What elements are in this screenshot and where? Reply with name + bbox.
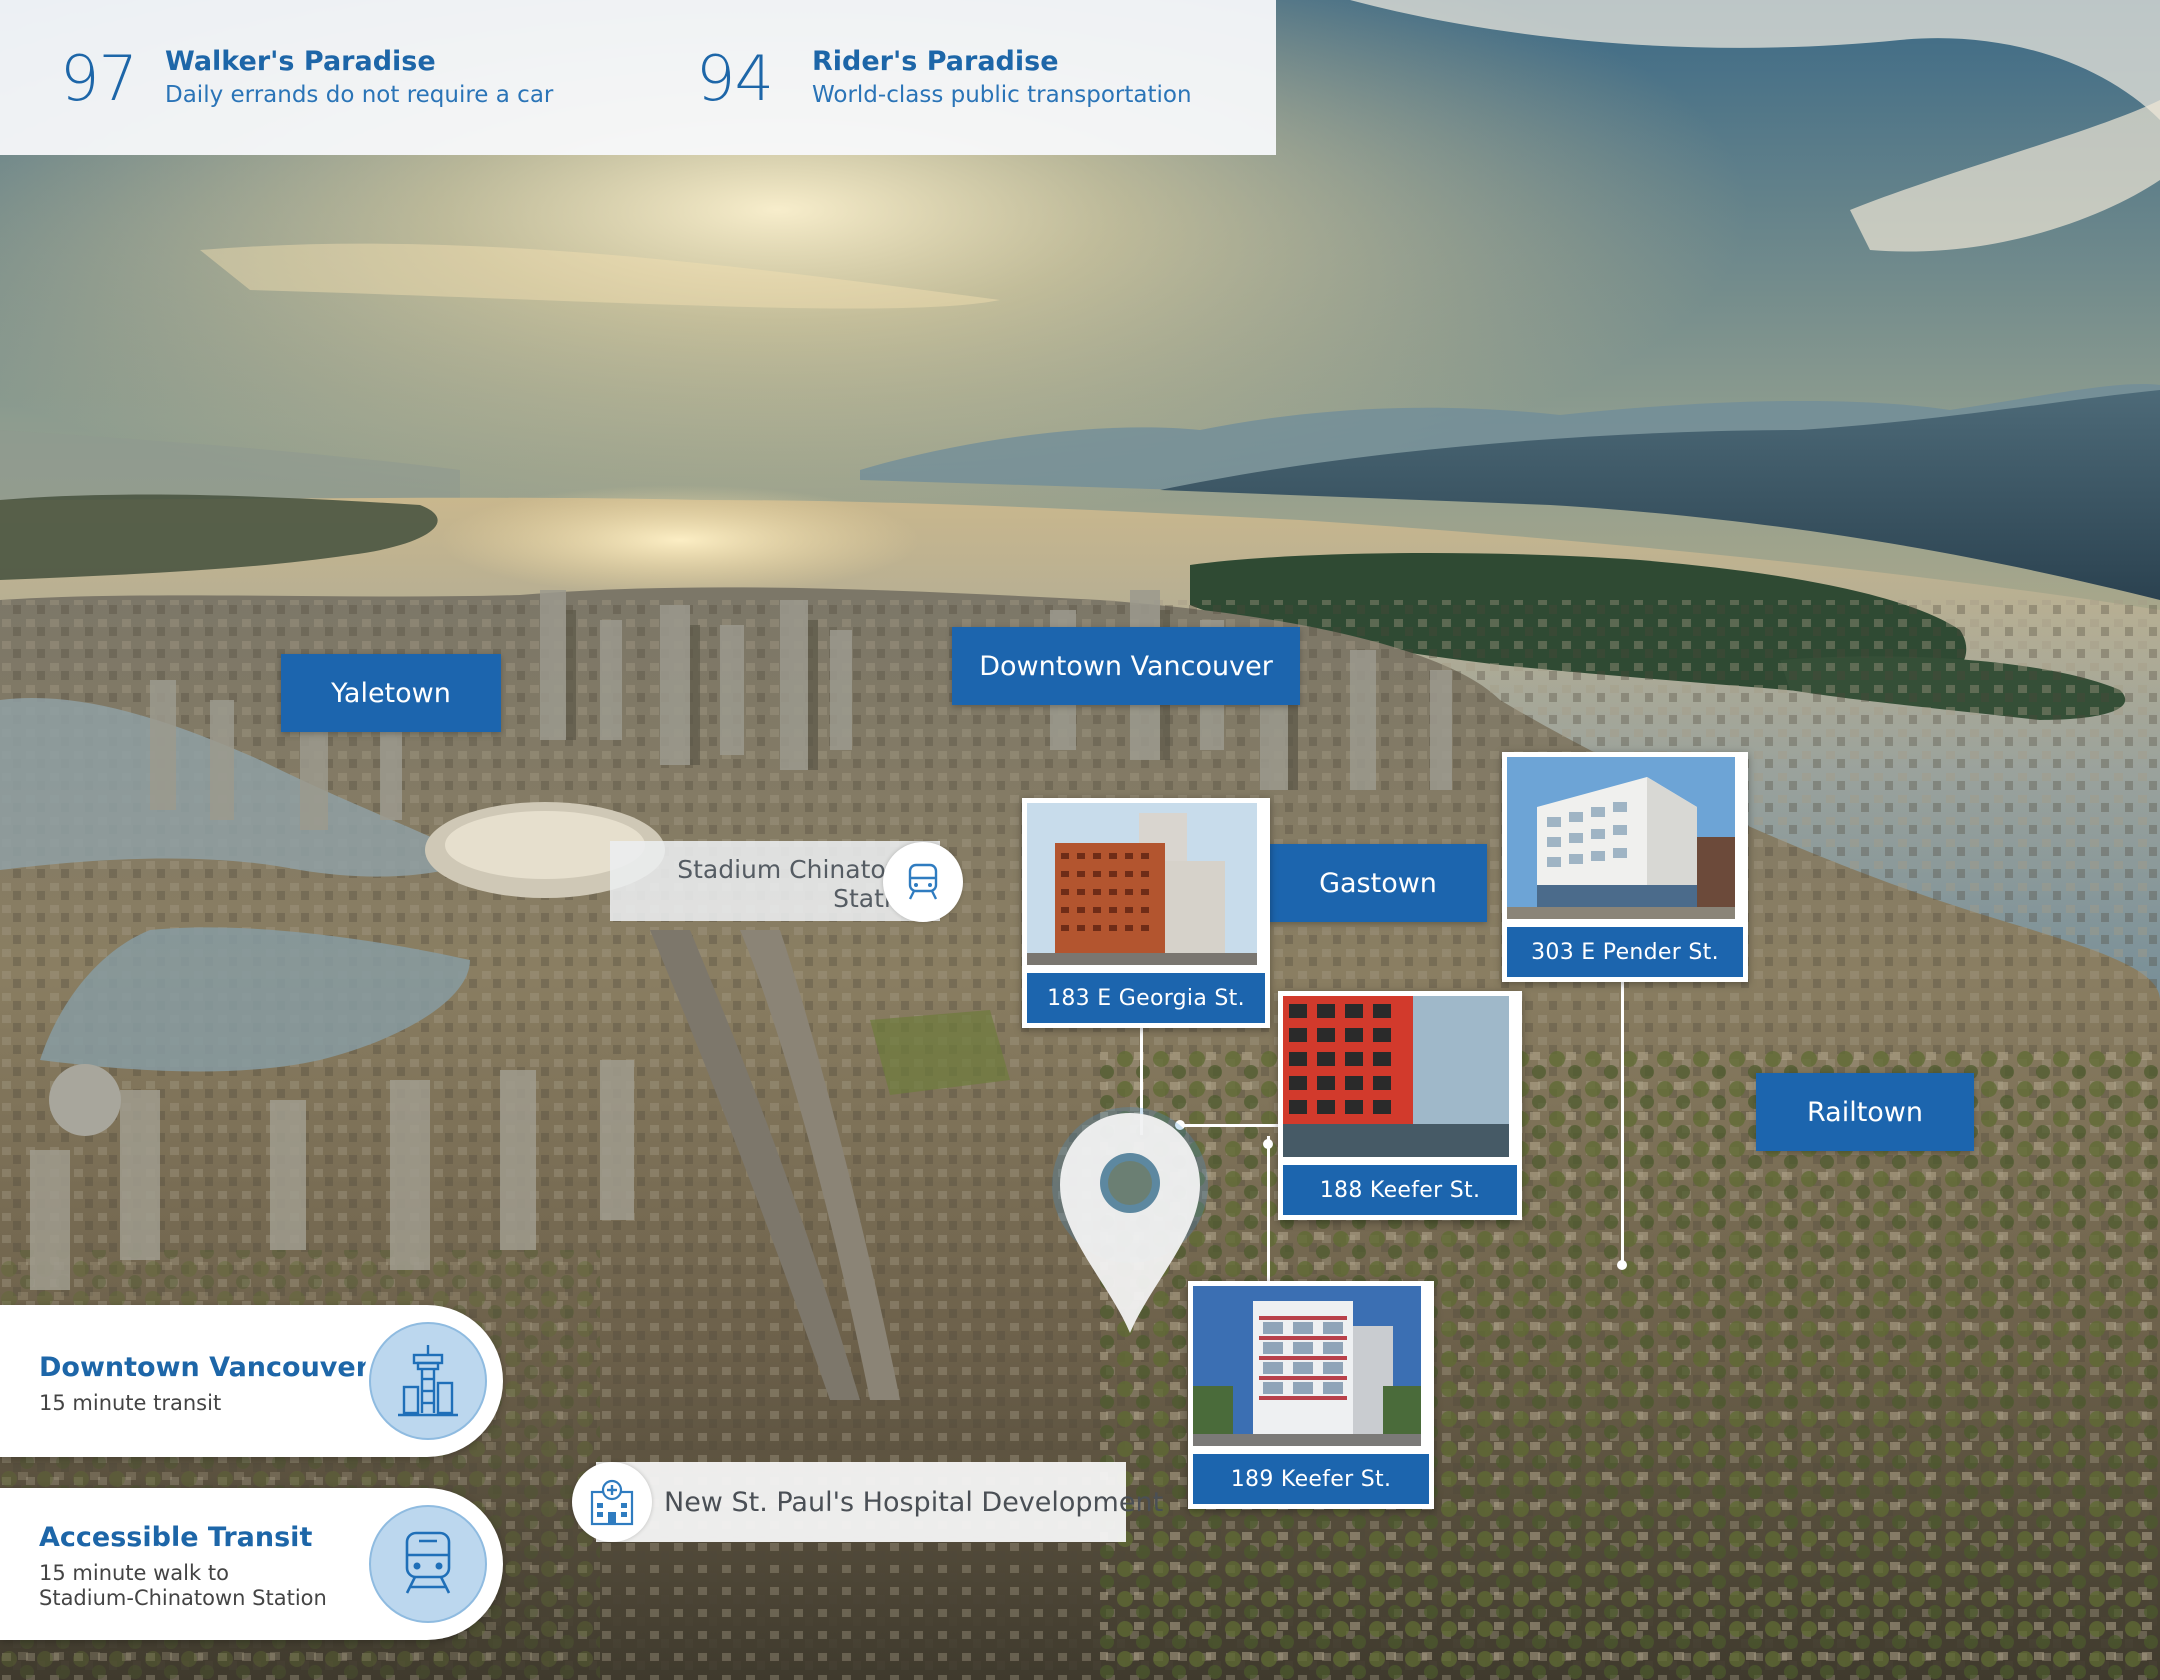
property-photo	[1193, 1286, 1421, 1446]
walk-score: 97 Walker's Paradise Daily errands do no…	[60, 44, 580, 114]
property-address: 188 Keefer St.	[1283, 1165, 1517, 1215]
train-icon	[405, 1531, 451, 1594]
info-card-transit[interactable]: Accessible Transit 15 minute walk to Sta…	[0, 1488, 503, 1640]
info-card-icon-badge	[363, 1499, 493, 1629]
info-card-title: Downtown Vancouver	[39, 1352, 370, 1383]
transit-score-title: Rider's Paradise	[812, 46, 1059, 77]
info-card-subtitle: 15 minute walk to Stadium-Chinatown Stat…	[39, 1561, 327, 1610]
property-card-303-e-pender[interactable]: 303 E Pender St.	[1502, 752, 1748, 982]
label-gastown[interactable]: Gastown	[1269, 844, 1487, 922]
transit-score: 94 Rider's Paradise World-class public t…	[696, 44, 1236, 114]
walk-score-banner: 97 Walker's Paradise Daily errands do no…	[0, 0, 1276, 155]
transit-score-subtitle: World-class public transportation	[812, 82, 1192, 108]
property-address: 303 E Pender St.	[1507, 927, 1743, 977]
connector-dot-303	[1617, 1260, 1627, 1270]
connector-dot-189	[1263, 1139, 1273, 1149]
hospital-icon	[590, 1479, 634, 1526]
property-address: 189 Keefer St.	[1193, 1454, 1429, 1504]
walk-score-title: Walker's Paradise	[165, 46, 436, 77]
walk-score-subtitle: Daily errands do not require a car	[165, 82, 554, 108]
location-pin-icon[interactable]	[1050, 1105, 1210, 1345]
walk-score-number: 97	[60, 42, 138, 115]
label-railtown[interactable]: Railtown	[1756, 1073, 1974, 1151]
property-card-188-keefer[interactable]: 188 Keefer St.	[1278, 991, 1522, 1220]
label-yaletown[interactable]: Yaletown	[281, 654, 501, 732]
transit-score-number: 94	[696, 42, 774, 115]
info-card-icon-badge	[363, 1316, 493, 1446]
train-icon	[908, 863, 938, 900]
property-address: 183 E Georgia St.	[1027, 973, 1265, 1023]
info-card-subtitle: 15 minute transit	[39, 1391, 222, 1415]
hospital-badge	[572, 1462, 652, 1542]
connector-line-303	[1621, 972, 1624, 1265]
connector-line-189	[1267, 1136, 1270, 1284]
property-photo	[1027, 803, 1257, 965]
tower-icon	[398, 1345, 458, 1417]
property-photo	[1283, 996, 1509, 1157]
property-photo	[1507, 757, 1735, 919]
label-downtown-vancouver[interactable]: Downtown Vancouver	[952, 627, 1300, 705]
hospital-label-text: New St. Paul's Hospital Development	[664, 1486, 1164, 1518]
property-card-183-e-georgia[interactable]: 183 E Georgia St.	[1022, 798, 1270, 1028]
info-card-title: Accessible Transit	[39, 1522, 313, 1553]
station-badge	[883, 842, 963, 922]
hospital-label[interactable]: New St. Paul's Hospital Development	[596, 1462, 1163, 1542]
property-card-189-keefer[interactable]: 189 Keefer St.	[1188, 1281, 1434, 1509]
info-card-downtown[interactable]: Downtown Vancouver 15 minute transit	[0, 1305, 503, 1457]
